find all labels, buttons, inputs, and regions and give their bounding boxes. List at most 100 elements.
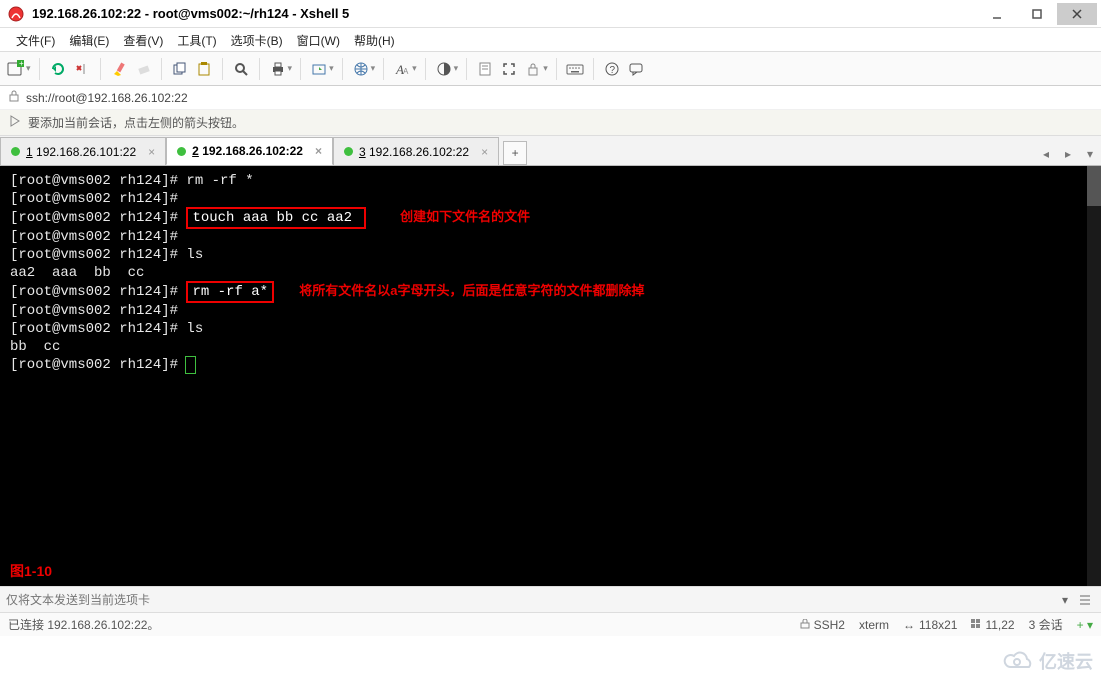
comment-icon[interactable]: [626, 59, 646, 79]
dropdown-icon[interactable]: ▾: [26, 63, 31, 74]
separator-icon: [100, 58, 101, 80]
scrollbar-thumb[interactable]: [1087, 166, 1101, 206]
terminal-line: [root@vms002 rh124]# ls: [10, 320, 1091, 338]
status-dot-icon: [11, 147, 20, 156]
tab-next-icon[interactable]: ▸: [1057, 143, 1079, 165]
close-tab-icon[interactable]: ×: [315, 144, 322, 158]
highlighted-command: rm -rf a*: [186, 281, 274, 303]
tab-label: 192.168.26.102:22: [202, 144, 303, 158]
highlighted-command: touch aaa bb cc aa2: [186, 207, 366, 229]
menu-help[interactable]: 帮助(H): [348, 30, 401, 49]
separator-icon: [556, 58, 557, 80]
terminal-line: [root@vms002 rh124]#: [10, 356, 1091, 374]
paste-icon[interactable]: [194, 59, 214, 79]
font-icon[interactable]: A A: [392, 59, 412, 79]
script-icon[interactable]: [475, 59, 495, 79]
terminal[interactable]: [root@vms002 rh124]# rm -rf * [root@vms00…: [0, 166, 1101, 586]
print-icon[interactable]: [268, 59, 288, 79]
terminal-line: [root@vms002 rh124]#: [10, 228, 1091, 246]
separator-icon: [593, 58, 594, 80]
svg-text:A: A: [403, 67, 409, 76]
color-scheme-icon[interactable]: [434, 59, 454, 79]
address-text[interactable]: ssh://root@192.168.26.102:22: [26, 91, 188, 105]
terminal-line: bb cc: [10, 338, 1091, 356]
status-protocol: SSH2: [800, 618, 845, 632]
minimize-button[interactable]: [977, 3, 1017, 25]
cloud-icon: [1003, 651, 1035, 671]
separator-icon: [300, 58, 301, 80]
status-add-icon[interactable]: + ▾: [1077, 618, 1093, 632]
tab-prev-icon[interactable]: ◂: [1035, 143, 1057, 165]
titlebar: 192.168.26.102:22 - root@vms002:~/rh124 …: [0, 0, 1101, 28]
menu-view[interactable]: 查看(V): [117, 30, 169, 49]
dropdown-icon[interactable]: ▾: [454, 63, 459, 74]
status-cursor-pos: 11,22: [971, 618, 1014, 632]
svg-text:+: +: [19, 60, 24, 68]
lock-icon[interactable]: [523, 59, 543, 79]
menubar: 文件(F) 编辑(E) 查看(V) 工具(T) 选项卡(B) 窗口(W) 帮助(…: [0, 28, 1101, 52]
terminal-line: [root@vms002 rh124]# rm -rf *: [10, 172, 1091, 190]
highlighter-icon[interactable]: [109, 59, 129, 79]
add-tab-button[interactable]: +: [503, 141, 527, 165]
composer-menu-icon[interactable]: [1075, 590, 1095, 610]
maximize-button[interactable]: [1017, 3, 1057, 25]
composer-input[interactable]: [6, 593, 1055, 607]
status-dot-icon: [344, 147, 353, 156]
dropdown-icon[interactable]: ▾: [371, 63, 376, 74]
separator-icon: [259, 58, 260, 80]
session-tabs: 1 192.168.26.101:22 × 2 192.168.26.102:2…: [0, 136, 1101, 166]
fullscreen-icon[interactable]: [499, 59, 519, 79]
terminal-line: [root@vms002 rh124]# ls: [10, 246, 1091, 264]
dropdown-icon[interactable]: ▾: [329, 63, 334, 74]
globe-icon[interactable]: [351, 59, 371, 79]
keyboard-icon[interactable]: [565, 59, 585, 79]
resize-icon: ↔: [903, 618, 915, 632]
tab-label: 192.168.26.102:22: [369, 145, 469, 159]
tab-menu-icon[interactable]: ▾: [1079, 143, 1101, 165]
new-session-icon[interactable]: +: [6, 59, 26, 79]
disconnect-icon[interactable]: [72, 59, 92, 79]
close-button[interactable]: [1057, 3, 1097, 25]
dropdown-icon[interactable]: ▾: [412, 63, 417, 74]
svg-text:?: ?: [609, 65, 615, 76]
tab-session-1[interactable]: 1 192.168.26.101:22 ×: [0, 137, 166, 165]
toolbar: + ▾ ▾ ▾ ▾ A A ▾ ▾: [0, 52, 1101, 86]
tab-hotkey: 2: [192, 144, 199, 158]
menu-window[interactable]: 窗口(W): [291, 30, 346, 49]
status-sessions: 3 会话: [1029, 616, 1063, 633]
composer-bar: ▾: [0, 586, 1101, 612]
terminal-line: [root@vms002 rh124]# rm -rf a* 将所有文件名以a字…: [10, 282, 1091, 302]
close-tab-icon[interactable]: ×: [481, 145, 488, 159]
bookmark-arrow-icon[interactable]: [8, 114, 22, 131]
menu-tools[interactable]: 工具(T): [171, 30, 222, 49]
reconnect-icon[interactable]: [48, 59, 68, 79]
status-bar: 已连接 192.168.26.102:22。 SSH2 xterm ↔ 118x…: [0, 612, 1101, 636]
terminal-line: [root@vms002 rh124]#: [10, 302, 1091, 320]
window-title: 192.168.26.102:22 - root@vms002:~/rh124 …: [32, 6, 977, 21]
search-icon[interactable]: [231, 59, 251, 79]
file-transfer-icon[interactable]: [309, 59, 329, 79]
close-tab-icon[interactable]: ×: [148, 145, 155, 159]
figure-label: 图1-10: [10, 562, 52, 580]
menu-edit[interactable]: 编辑(E): [63, 30, 115, 49]
status-termtype: xterm: [859, 618, 889, 632]
help-icon[interactable]: ?: [602, 59, 622, 79]
eraser-icon[interactable]: [133, 59, 153, 79]
menu-tabs[interactable]: 选项卡(B): [225, 30, 289, 49]
dropdown-icon[interactable]: ▾: [543, 63, 548, 74]
annotation-text: 创建如下文件名的文件: [400, 208, 530, 226]
terminal-scrollbar[interactable]: [1087, 166, 1101, 586]
menu-file[interactable]: 文件(F): [10, 30, 61, 49]
copy-icon[interactable]: [170, 59, 190, 79]
tab-label: 192.168.26.101:22: [36, 145, 136, 159]
tab-hotkey: 3: [359, 145, 366, 159]
composer-dropdown-icon[interactable]: ▾: [1055, 590, 1075, 610]
watermark-logo: 亿速云: [1003, 648, 1093, 674]
separator-icon: [383, 58, 384, 80]
dropdown-icon[interactable]: ▾: [288, 63, 293, 74]
tab-session-2[interactable]: 2 192.168.26.102:22 ×: [166, 137, 333, 165]
tab-session-3[interactable]: 3 192.168.26.102:22 ×: [333, 137, 499, 165]
terminal-line: aa2 aaa bb cc: [10, 264, 1091, 282]
separator-icon: [222, 58, 223, 80]
terminal-cursor: [186, 357, 195, 373]
